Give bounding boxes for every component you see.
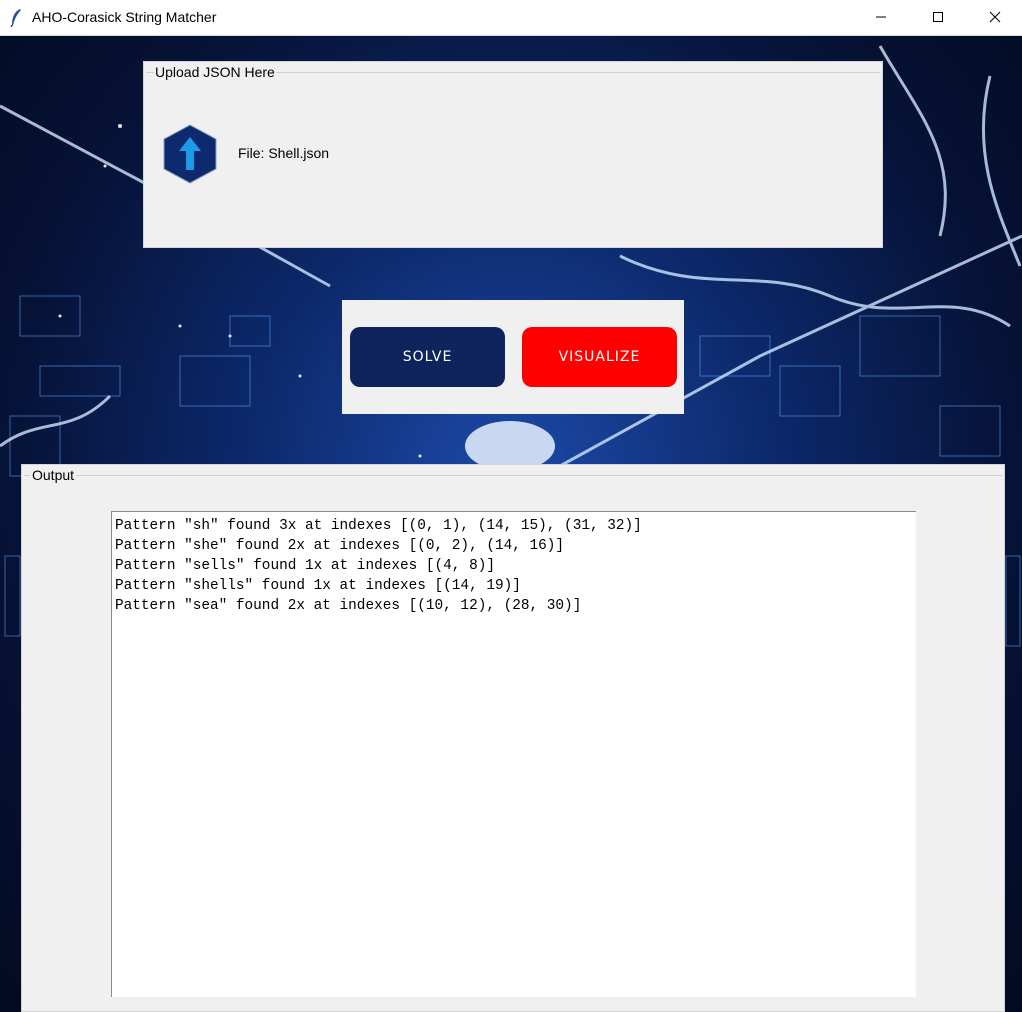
upload-frame: Upload JSON Here File: Shell.json — [143, 61, 883, 248]
output-line: Pattern "sh" found 3x at indexes [(0, 1)… — [115, 518, 642, 534]
frame-border — [24, 475, 1002, 476]
action-buttons-frame: SOLVE VISUALIZE — [342, 300, 684, 414]
visualize-button[interactable]: VISUALIZE — [522, 327, 677, 387]
close-button[interactable] — [966, 0, 1022, 34]
output-line: Pattern "sells" found 1x at indexes [(4,… — [115, 558, 495, 574]
window-title: AHO-Corasick String Matcher — [32, 9, 217, 25]
maximize-button[interactable] — [909, 0, 967, 34]
output-frame: Output Pattern "sh" found 3x at indexes … — [21, 464, 1005, 1012]
upload-arrow-icon[interactable] — [160, 124, 220, 184]
minimize-button[interactable] — [852, 0, 910, 34]
upload-legend: Upload JSON Here — [154, 64, 276, 80]
close-icon — [989, 11, 1001, 23]
solve-button[interactable]: SOLVE — [350, 327, 505, 387]
output-textbox[interactable]: Pattern "sh" found 3x at indexes [(0, 1)… — [111, 511, 916, 997]
output-line: Pattern "shells" found 1x at indexes [(1… — [115, 578, 521, 594]
output-line: Pattern "she" found 2x at indexes [(0, 2… — [115, 538, 565, 554]
title-bar: AHO-Corasick String Matcher — [0, 0, 1022, 36]
feather-icon — [10, 9, 21, 28]
output-line: Pattern "sea" found 2x at indexes [(10, … — [115, 598, 582, 614]
file-name-label: File: Shell.json — [238, 145, 330, 161]
maximize-icon — [933, 12, 943, 22]
output-legend: Output — [30, 467, 77, 483]
minimize-icon — [876, 16, 886, 18]
